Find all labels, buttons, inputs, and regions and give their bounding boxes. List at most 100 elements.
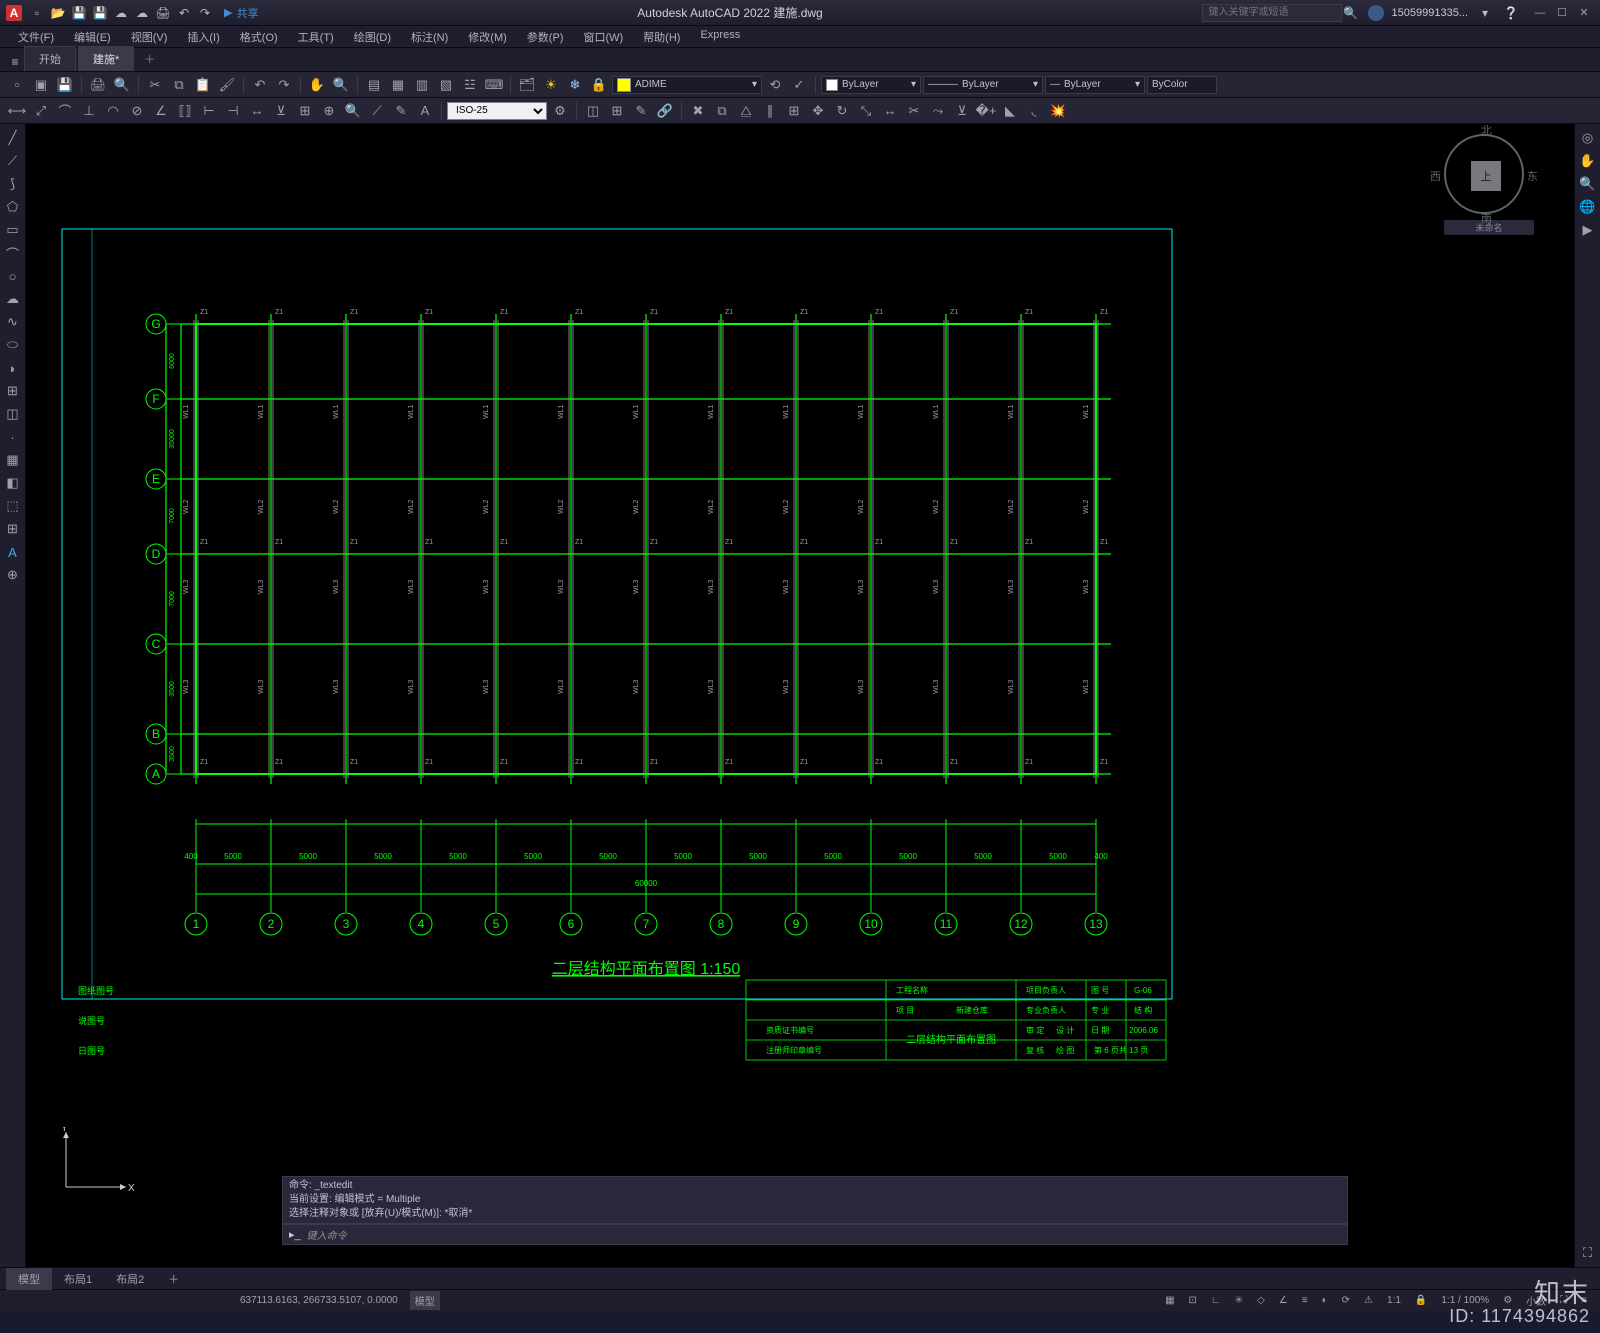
layout-1[interactable]: 布局1 (52, 1268, 104, 1290)
save-doc-icon[interactable]: 💾 (54, 74, 76, 96)
osnap-icon[interactable]: ◇ (1252, 1293, 1270, 1308)
lwt-icon[interactable]: ≡ (1297, 1293, 1313, 1308)
ellipse-icon[interactable]: ⬭ (3, 335, 23, 355)
fillet-icon[interactable]: ◟ (1023, 100, 1045, 122)
polygon-icon[interactable]: ⬠ (3, 197, 23, 217)
menu-parametric[interactable]: 参数(P) (517, 26, 574, 47)
zoom-icon[interactable]: 🔍 (330, 74, 352, 96)
table-icon[interactable]: ⊞ (3, 519, 23, 539)
menu-insert[interactable]: 插入(I) (177, 26, 229, 47)
menu-tools[interactable]: 工具(T) (288, 26, 344, 47)
copy2-icon[interactable]: ⧉ (711, 100, 733, 122)
make-block-icon[interactable]: ◫ (3, 404, 23, 424)
rectangle-icon[interactable]: ▭ (3, 220, 23, 240)
layer-state-icon[interactable]: ✓ (788, 74, 810, 96)
dim-linear-icon[interactable]: ⟷ (6, 100, 28, 122)
markup-icon[interactable]: ☳ (459, 74, 481, 96)
sun-icon[interactable]: ☀ (540, 74, 562, 96)
nav-showmotion-icon[interactable]: ▶ (1578, 220, 1598, 240)
restore-button[interactable]: ☐ (1552, 5, 1572, 21)
viewport-max-icon[interactable]: ⛶ (1578, 1243, 1598, 1263)
lock-icon[interactable]: 🔒 (588, 74, 610, 96)
toolpalette-icon[interactable]: ▥ (411, 74, 433, 96)
lineweight-dropdown[interactable]: —ByLayer▾ (1045, 76, 1145, 94)
color-dropdown[interactable]: ByLayer▾ (821, 76, 921, 94)
pan-icon[interactable]: ✋ (306, 74, 328, 96)
nav-pan-icon[interactable]: ✋ (1578, 151, 1598, 171)
new-icon[interactable]: ▫ (28, 4, 46, 22)
insert-icon[interactable]: ⊞ (606, 100, 628, 122)
layout-2[interactable]: 布局2 (104, 1268, 156, 1290)
menu-modify[interactable]: 修改(M) (458, 26, 517, 47)
dimstyle-dropdown[interactable]: ISO-25 (447, 102, 547, 120)
tab-menu-icon[interactable]: ≡ (6, 53, 24, 71)
move-icon[interactable]: ✥ (807, 100, 829, 122)
dimstyle-mgr-icon[interactable]: ⚙ (549, 100, 571, 122)
transparency-icon[interactable]: ◐ (1317, 1293, 1333, 1308)
grid-icon[interactable]: ▦ (1160, 1293, 1179, 1308)
ratio-label[interactable]: 1:1 (1382, 1293, 1406, 1308)
preview-icon[interactable]: 🔍 (111, 74, 133, 96)
block-icon[interactable]: ◫ (582, 100, 604, 122)
pline-icon[interactable]: ⟆ (3, 174, 23, 194)
insert-block-icon[interactable]: ⊞ (3, 381, 23, 401)
dim-aligned-icon[interactable]: ⤢ (30, 100, 52, 122)
gear-icon[interactable]: ⚙ (1498, 1293, 1517, 1308)
menu-format[interactable]: 格式(O) (230, 26, 288, 47)
inspect-icon[interactable]: 🔍 (342, 100, 364, 122)
break-icon[interactable]: ⊻ (951, 100, 973, 122)
centermark-icon[interactable]: ⊕ (318, 100, 340, 122)
scale-icon[interactable]: ⤡ (855, 100, 877, 122)
dim-ordinate-icon[interactable]: ⊥ (78, 100, 100, 122)
layer-dropdown[interactable]: ADIME▾ (612, 76, 762, 94)
trim-icon[interactable]: ✂ (903, 100, 925, 122)
cycling-icon[interactable]: ⟳ (1337, 1293, 1355, 1308)
dim-continue-icon[interactable]: ⊣ (222, 100, 244, 122)
menu-help[interactable]: 帮助(H) (633, 26, 690, 47)
dim-space-icon[interactable]: ↔ (246, 100, 268, 122)
customize-icon[interactable]: ≡ (1576, 1293, 1592, 1308)
anno-scale-icon[interactable]: 🔒 (1410, 1293, 1432, 1308)
array-icon[interactable]: ⊞ (783, 100, 805, 122)
open-icon[interactable]: 📂 (49, 4, 67, 22)
jog-icon[interactable]: ⟋ (366, 100, 388, 122)
new-tab-button[interactable]: ＋ (136, 47, 163, 71)
sheetset-icon[interactable]: ▧ (435, 74, 457, 96)
line-icon[interactable]: ╱ (3, 128, 23, 148)
plotstyle-dropdown[interactable]: ByColor (1147, 76, 1217, 94)
dim-baseline-icon[interactable]: ⊢ (198, 100, 220, 122)
nav-orbit-icon[interactable]: 🌐 (1578, 197, 1598, 217)
snap-icon[interactable]: ⊡ (1184, 1293, 1202, 1308)
mtext-icon[interactable]: A (3, 542, 23, 562)
mirror-icon[interactable]: ⧋ (735, 100, 757, 122)
fullscreen-icon[interactable]: ⛶ (1555, 1293, 1572, 1308)
circle-icon[interactable]: ○ (3, 266, 23, 286)
menu-file[interactable]: 文件(F) (8, 26, 64, 47)
web-save-icon[interactable]: ☁ (133, 4, 151, 22)
erase-icon[interactable]: ✖ (687, 100, 709, 122)
calc-icon[interactable]: ⌨ (483, 74, 505, 96)
menu-edit[interactable]: 编辑(E) (64, 26, 121, 47)
polar-icon[interactable]: ✳ (1230, 1293, 1248, 1308)
layout-model[interactable]: 模型 (6, 1268, 52, 1290)
autodesk-app-icon[interactable]: ▾ (1476, 4, 1494, 22)
menu-window[interactable]: 窗口(W) (573, 26, 633, 47)
dimedit-icon[interactable]: ✎ (390, 100, 412, 122)
scale-label[interactable]: 1:1 / 100% (1436, 1293, 1494, 1308)
redo2-icon[interactable]: ↷ (273, 74, 295, 96)
save-icon[interactable]: 💾 (70, 4, 88, 22)
search-icon[interactable]: 🔍 (1342, 4, 1360, 22)
freeze-icon[interactable]: ❄ (564, 74, 586, 96)
nav-zoom-icon[interactable]: 🔍 (1578, 174, 1598, 194)
status-model[interactable]: 模型 (410, 1291, 440, 1310)
layer-mgr-icon[interactable]: 🗂 (516, 74, 538, 96)
close-button[interactable]: ✕ (1574, 5, 1594, 21)
dim-break-icon[interactable]: ⊻ (270, 100, 292, 122)
menu-dimension[interactable]: 标注(N) (401, 26, 458, 47)
dim-radius-icon[interactable]: ◠ (102, 100, 124, 122)
units-label[interactable]: 小数 (1521, 1291, 1551, 1310)
share-button[interactable]: ▶ 共享 (224, 5, 258, 21)
minimize-button[interactable]: — (1530, 5, 1550, 21)
web-open-icon[interactable]: ☁ (112, 4, 130, 22)
undo2-icon[interactable]: ↶ (249, 74, 271, 96)
